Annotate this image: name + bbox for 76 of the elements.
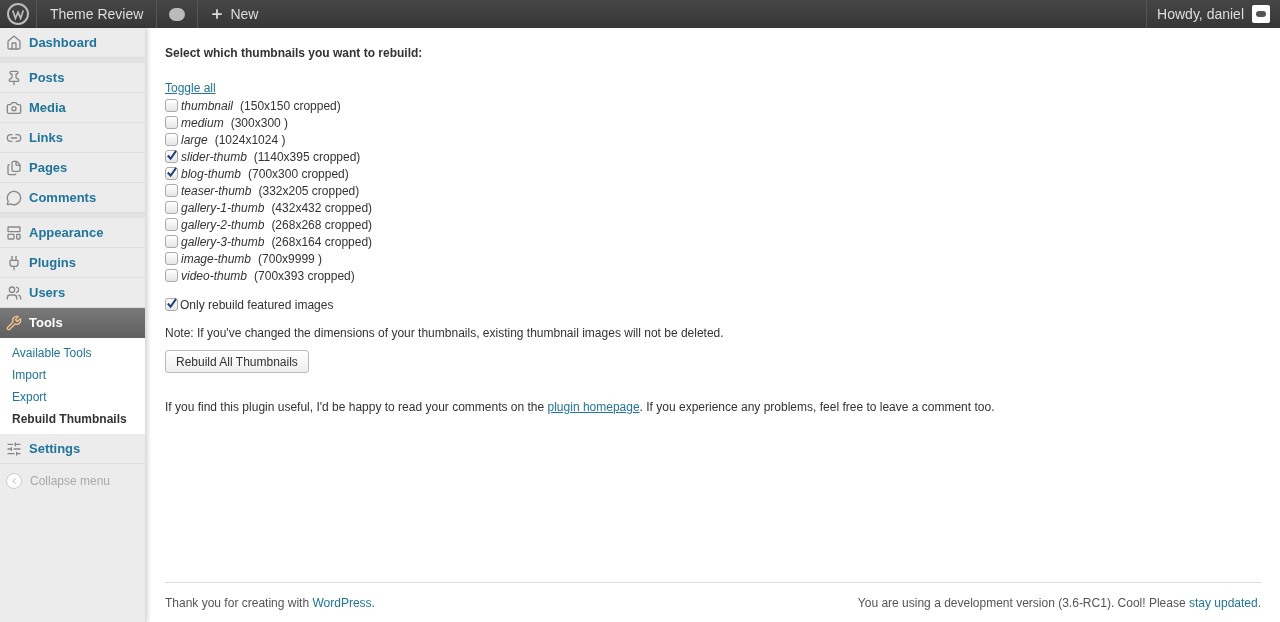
size-name: gallery-1-thumb xyxy=(181,199,265,217)
plugin-homepage-link[interactable]: plugin homepage xyxy=(547,400,640,414)
new-menu-link[interactable]: New xyxy=(198,3,271,25)
menu-item[interactable]: Links xyxy=(0,123,145,153)
checkbox[interactable] xyxy=(165,167,178,180)
info-text: If you find this plugin useful, I'd be happy to read your comments on the plugin homepage. If you experience any problems, feel free to leave a comment too. xyxy=(165,399,996,416)
size-dimensions: (1024x1024 ) xyxy=(214,131,286,149)
checkbox[interactable] xyxy=(165,252,178,265)
size-name: image-thumb xyxy=(181,250,252,268)
avatar-icon xyxy=(1252,5,1270,23)
menu-item[interactable]: Dashboard xyxy=(0,28,145,58)
note-text: Note: If you've changed the dimensions of your thumbnails, existing thumbnail images will not be deleted. xyxy=(165,325,725,342)
size-name: teaser-thumb xyxy=(181,182,252,200)
account-menu[interactable]: Howdy, daniel xyxy=(1147,3,1280,25)
checkbox[interactable] xyxy=(165,133,178,146)
toggle-all-link[interactable]: Toggle all xyxy=(165,79,216,97)
checkbox-label: Only rebuild featured images xyxy=(180,296,334,314)
submenu-item[interactable]: Rebuild Thumbnails xyxy=(0,408,145,430)
menu-item[interactable]: Media xyxy=(0,93,145,123)
house-icon xyxy=(6,34,22,51)
checkbox[interactable] xyxy=(165,99,178,112)
submenu-item[interactable]: Export xyxy=(0,386,145,408)
checkbox[interactable] xyxy=(165,201,178,214)
size-dimensions: (700x300 cropped) xyxy=(248,165,349,183)
submenu-item[interactable]: Import xyxy=(0,364,145,386)
menu-item[interactable]: Plugins xyxy=(0,248,145,278)
size-name: video-thumb xyxy=(181,267,248,285)
checkbox[interactable] xyxy=(165,184,178,197)
wrench-icon xyxy=(6,315,22,331)
size-dimensions: (432x432 cropped) xyxy=(271,199,373,217)
size-dimensions: (700x393 cropped) xyxy=(254,267,355,285)
stay-updated-link[interactable]: stay updated xyxy=(1188,595,1258,610)
size-name: gallery-2-thumb xyxy=(181,216,265,234)
submenu-item[interactable]: Available Tools xyxy=(0,342,145,364)
plug-icon xyxy=(6,254,22,271)
size-name: slider-thumb xyxy=(181,148,247,166)
checkbox[interactable] xyxy=(165,235,178,248)
size-dimensions: (150x150 cropped) xyxy=(240,97,341,115)
checkbox[interactable] xyxy=(165,269,178,282)
size-name: blog-thumb xyxy=(181,165,242,183)
menu-item[interactable]: Settings xyxy=(0,434,145,464)
size-dimensions: (268x164 cropped) xyxy=(271,233,373,251)
checkbox[interactable] xyxy=(165,150,178,163)
size-dimensions: (300x300 ) xyxy=(230,114,289,132)
plus-icon xyxy=(210,7,225,21)
people-icon xyxy=(6,284,22,301)
size-name: thumbnail xyxy=(181,97,234,115)
wordpress-logo-icon[interactable] xyxy=(7,3,29,25)
size-dimensions: (268x268 cropped) xyxy=(271,216,373,234)
section-heading: Select which thumbnails you want to rebuild: xyxy=(165,45,424,62)
speech-bubble-icon xyxy=(6,189,22,206)
settings-icon xyxy=(6,440,22,457)
menu-item[interactable]: Posts xyxy=(0,63,145,93)
site-name-link[interactable]: Theme Review xyxy=(37,3,157,25)
menu-item[interactable]: Comments xyxy=(0,183,145,213)
size-name: medium xyxy=(181,114,224,132)
menu-item[interactable]: Pages xyxy=(0,153,145,183)
size-dimensions: (700x9999 ) xyxy=(258,250,323,268)
layout-icon xyxy=(6,224,22,241)
checkbox[interactable] xyxy=(165,218,178,231)
size-dimensions: (332x205 cropped) xyxy=(258,182,360,200)
rebuild-button[interactable]: Rebuild All Thumbnails xyxy=(165,350,309,373)
checkbox[interactable] xyxy=(165,298,178,311)
camera-icon xyxy=(6,99,22,116)
size-name: gallery-3-thumb xyxy=(181,233,265,251)
menu-item[interactable]: Appearance xyxy=(0,218,145,248)
checkbox[interactable] xyxy=(165,116,178,129)
footer-version: You are using a development version (3.6-RC1). Cool! Please stay updated. xyxy=(857,594,1261,612)
pages-icon xyxy=(6,159,22,176)
pushpin-icon xyxy=(6,69,22,86)
size-name: large xyxy=(181,131,208,149)
size-dimensions: (1140x395 cropped) xyxy=(253,148,361,166)
speech-bubble-icon[interactable] xyxy=(169,7,186,21)
wordpress-link[interactable]: WordPress xyxy=(312,595,372,610)
footer-credit: Thank you for creating with WordPress. xyxy=(165,594,375,612)
menu-item[interactable]: Tools xyxy=(0,308,145,338)
